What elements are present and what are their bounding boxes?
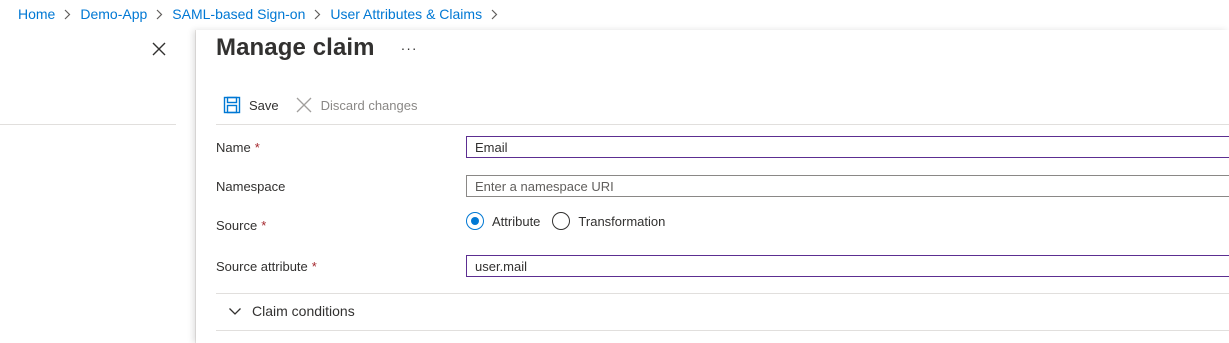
discard-label: Discard changes bbox=[320, 97, 418, 113]
chevron-right-icon bbox=[314, 9, 321, 20]
page-title: Manage claim bbox=[216, 34, 375, 61]
source-radio-transformation[interactable]: Transformation bbox=[552, 212, 665, 230]
chevron-right-icon bbox=[64, 9, 71, 20]
more-options-button[interactable]: ··· bbox=[401, 40, 418, 56]
save-button[interactable]: Save bbox=[223, 96, 279, 114]
name-input[interactable] bbox=[466, 136, 1229, 158]
source-radio-group: Attribute Transformation bbox=[466, 212, 677, 230]
namespace-label: Namespace bbox=[216, 179, 285, 194]
namespace-label-text: Namespace bbox=[216, 179, 286, 194]
claim-conditions-toggle[interactable]: Claim conditions bbox=[228, 303, 355, 319]
breadcrumb-demo-app[interactable]: Demo-App bbox=[80, 6, 147, 22]
radio-label-attribute: Attribute bbox=[492, 213, 541, 229]
breadcrumb-saml-sign-on[interactable]: SAML-based Sign-on bbox=[172, 6, 305, 22]
manage-claim-blade: Manage claim ··· Save Discard changes Na… bbox=[196, 30, 1229, 343]
app-root: Home Demo-App SAML-based Sign-on User At… bbox=[0, 0, 1229, 343]
breadcrumb: Home Demo-App SAML-based Sign-on User At… bbox=[18, 6, 507, 22]
name-label-text: Name bbox=[216, 140, 251, 155]
title-row: Manage claim ··· bbox=[216, 34, 418, 62]
breadcrumb-user-attributes-claims[interactable]: User Attributes & Claims bbox=[330, 6, 482, 22]
source-attribute-label: Source attribute * bbox=[216, 259, 317, 274]
divider bbox=[0, 124, 176, 125]
source-attribute-input[interactable] bbox=[466, 255, 1229, 277]
source-radio-attribute[interactable]: Attribute bbox=[466, 212, 540, 230]
chevron-right-icon bbox=[491, 9, 498, 20]
save-label: Save bbox=[249, 97, 279, 113]
claim-conditions-label: Claim conditions bbox=[252, 303, 355, 319]
required-marker: * bbox=[261, 218, 267, 233]
toolbar: Save Discard changes bbox=[223, 96, 417, 114]
radio-unchecked-icon bbox=[552, 212, 571, 230]
required-marker: * bbox=[311, 259, 317, 274]
close-icon bbox=[295, 96, 313, 114]
radio-checked-icon bbox=[466, 212, 484, 230]
chevron-down-icon bbox=[228, 304, 242, 318]
source-attribute-label-text: Source attribute bbox=[216, 259, 308, 274]
source-label: Source * bbox=[216, 218, 266, 233]
divider bbox=[216, 293, 1229, 294]
namespace-input[interactable] bbox=[466, 175, 1229, 197]
required-marker: * bbox=[254, 140, 260, 155]
save-icon bbox=[223, 96, 241, 114]
divider bbox=[216, 124, 1229, 125]
breadcrumb-home[interactable]: Home bbox=[18, 6, 55, 22]
source-label-text: Source bbox=[216, 218, 258, 233]
discard-changes-button[interactable]: Discard changes bbox=[295, 96, 418, 114]
name-label: Name * bbox=[216, 140, 260, 155]
left-pane bbox=[0, 30, 176, 343]
radio-label-transformation: Transformation bbox=[578, 213, 666, 229]
divider bbox=[216, 330, 1229, 331]
chevron-right-icon bbox=[156, 9, 163, 20]
close-icon[interactable] bbox=[150, 40, 168, 58]
